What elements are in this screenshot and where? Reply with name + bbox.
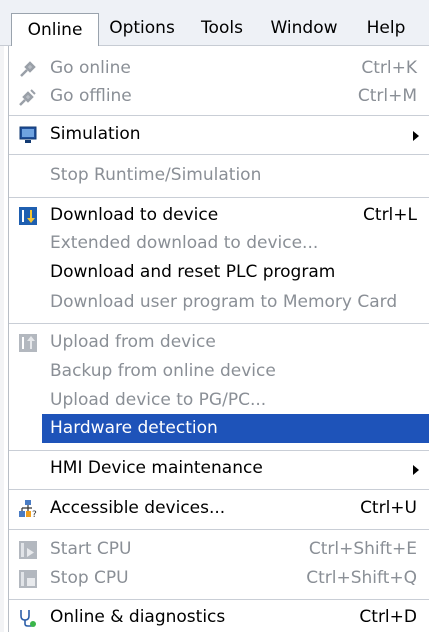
online-diagnostics-shortcut: Ctrl+D	[359, 607, 417, 627]
submenu-arrow-icon	[413, 131, 419, 141]
download-to-device-label: Download to device	[50, 205, 219, 225]
menu-item-extended-download[interactable]: Extended download to device...	[9, 229, 429, 258]
menu-item-hardware-detection[interactable]: Hardware detection	[42, 414, 429, 443]
menu-item-online-diagnostics[interactable]: Online & diagnostics Ctrl+D	[9, 603, 429, 632]
start-cpu-label: Start CPU	[50, 539, 132, 559]
start-cpu-shortcut: Ctrl+Shift+E	[308, 539, 417, 559]
window-edge	[0, 0, 4, 632]
menu-item-start-cpu[interactable]: Start CPU Ctrl+Shift+E	[9, 535, 429, 564]
menu-item-stop-runtime[interactable]: Stop Runtime/Simulation	[9, 161, 429, 190]
online-diagnostics-label: Online & diagnostics	[50, 607, 226, 627]
separator	[9, 599, 429, 600]
hardware-detection-label: Hardware detection	[50, 418, 218, 438]
stop-runtime-label: Stop Runtime/Simulation	[50, 165, 262, 185]
menu-options-label: Options	[109, 18, 175, 38]
menu-item-hmi-maintenance[interactable]: HMI Device maintenance	[9, 454, 429, 483]
menu-item-upload-to-pgpc[interactable]: Upload device to PG/PC...	[9, 386, 429, 415]
hmi-maintenance-label: HMI Device maintenance	[50, 458, 263, 478]
separator	[9, 489, 429, 490]
upload-pgpc-label: Upload device to PG/PC...	[50, 390, 267, 410]
menu-item-accessible-devices[interactable]: ? Accessible devices... Ctrl+U	[9, 494, 429, 523]
stop-cpu-label: Stop CPU	[50, 568, 129, 588]
menu-tools-label: Tools	[201, 18, 243, 38]
menu-item-download-memory-card[interactable]: Download user program to Memory Card	[9, 288, 429, 317]
menu-item-download-reset-plc[interactable]: Download and reset PLC program	[9, 258, 429, 287]
separator	[9, 529, 429, 530]
menu-item-stop-cpu[interactable]: Stop CPU Ctrl+Shift+Q	[9, 564, 429, 593]
go-offline-icon	[19, 89, 36, 106]
simulation-monitor-icon	[19, 126, 37, 143]
separator	[9, 115, 429, 116]
menu-item-go-offline[interactable]: Go offline Ctrl+M	[9, 82, 429, 111]
menu-item-upload-from-device[interactable]: Upload from device	[9, 328, 429, 357]
menu-options[interactable]: Options	[102, 12, 182, 46]
online-dropdown-menu: Go online Ctrl+K Go offline Ctrl+M Simul…	[8, 46, 429, 632]
menu-item-backup-online[interactable]: Backup from online device	[9, 357, 429, 386]
menu-online[interactable]: Online	[11, 13, 99, 47]
start-cpu-icon	[19, 541, 37, 559]
download-icon	[19, 207, 37, 225]
diagnostics-icon	[20, 610, 36, 627]
download-reset-label: Download and reset PLC program	[50, 262, 336, 282]
svg-text:?: ?	[32, 510, 37, 519]
menu-item-simulation[interactable]: Simulation	[9, 120, 429, 149]
menu-item-download-to-device[interactable]: Download to device Ctrl+L	[9, 201, 429, 230]
upload-icon	[19, 334, 37, 352]
menu-bar: Online Options Tools Window Help	[0, 0, 429, 47]
go-offline-label: Go offline	[50, 86, 132, 106]
separator	[9, 154, 429, 155]
menu-online-label: Online	[27, 20, 83, 40]
accessible-devices-label: Accessible devices...	[50, 498, 226, 518]
separator	[9, 197, 429, 198]
download-to-device-shortcut: Ctrl+L	[363, 205, 417, 225]
stop-cpu-icon	[19, 570, 37, 588]
go-online-label: Go online	[50, 58, 131, 78]
stop-cpu-shortcut: Ctrl+Shift+Q	[306, 568, 417, 588]
download-memcard-label: Download user program to Memory Card	[50, 292, 398, 312]
accessible-devices-shortcut: Ctrl+U	[360, 498, 417, 518]
submenu-arrow-icon	[413, 465, 419, 475]
go-online-shortcut: Ctrl+K	[361, 58, 417, 78]
backup-online-label: Backup from online device	[50, 361, 276, 381]
menu-window[interactable]: Window	[266, 12, 342, 46]
upload-from-device-label: Upload from device	[50, 332, 216, 352]
menu-tools[interactable]: Tools	[192, 12, 252, 46]
separator	[9, 323, 429, 324]
menu-help-label: Help	[366, 18, 406, 38]
menu-item-go-online[interactable]: Go online Ctrl+K	[9, 54, 429, 83]
go-offline-shortcut: Ctrl+M	[357, 86, 417, 106]
separator	[9, 450, 429, 451]
menu-help[interactable]: Help	[358, 12, 414, 46]
extended-download-label: Extended download to device...	[50, 233, 319, 253]
go-online-icon	[20, 61, 36, 77]
simulation-label: Simulation	[50, 124, 141, 144]
accessible-devices-icon: ?	[19, 500, 37, 519]
menu-window-label: Window	[270, 18, 338, 38]
